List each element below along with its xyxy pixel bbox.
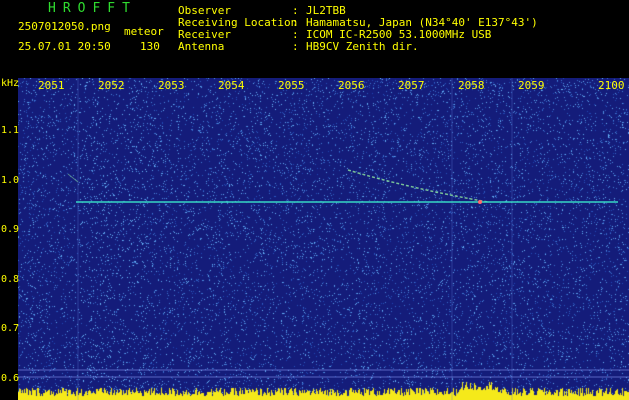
info-key-antenna: Antenna bbox=[178, 40, 225, 53]
info-key-observer: Observer bbox=[178, 4, 231, 17]
time-tick: 2051 bbox=[38, 79, 65, 92]
frequency-tick: 0.9 bbox=[1, 224, 20, 235]
app-title: HROFFT bbox=[48, 1, 137, 16]
time-tick: 2057 bbox=[398, 79, 425, 92]
info-value-observer: JL2TBB bbox=[306, 4, 346, 17]
info-value-antenna: HB9CV Zenith dir. bbox=[306, 40, 419, 53]
time-tick: 2053 bbox=[158, 79, 185, 92]
date-time: 25.07.01 20:50 bbox=[18, 40, 111, 53]
meteor-echo-trail bbox=[67, 173, 79, 183]
info-value-receiver: ICOM IC-R2500 53.1000MHz USB bbox=[306, 28, 492, 41]
frequency-unit: kHz bbox=[1, 78, 20, 89]
time-tick: 2056 bbox=[338, 79, 365, 92]
info-key-receiver: Receiver bbox=[178, 28, 231, 41]
detection-mode: meteor bbox=[124, 25, 164, 38]
info-colon: : bbox=[292, 4, 299, 17]
frequency-axis: kHz 1.1 1.0 0.9 0.8 0.7 0.6 bbox=[0, 78, 20, 400]
meteor-echo-trail bbox=[347, 169, 489, 203]
info-value-location: Hamamatsu, Japan (N34°40' E137°43') bbox=[306, 16, 538, 29]
meteor-count: 130 bbox=[140, 40, 160, 53]
header-panel: HROFFT 2507012050.png meteor 25.07.01 20… bbox=[0, 0, 629, 78]
time-tick: 2059 bbox=[518, 79, 545, 92]
signal-overlay bbox=[18, 78, 629, 400]
frequency-tick: 0.7 bbox=[1, 323, 20, 334]
time-tick: 2054 bbox=[218, 79, 245, 92]
time-tick: 2058 bbox=[458, 79, 485, 92]
info-colon: : bbox=[292, 16, 299, 29]
time-tick: 2100 bbox=[598, 79, 625, 92]
time-tick: 2055 bbox=[278, 79, 305, 92]
info-key-location: Receiving Location bbox=[178, 16, 298, 29]
time-axis: 2051 2052 2053 2054 2055 2056 2057 2058 … bbox=[0, 78, 629, 92]
spectrogram-plot bbox=[18, 78, 629, 400]
hrofft-window: HROFFT 2507012050.png meteor 25.07.01 20… bbox=[0, 0, 629, 400]
info-colon: : bbox=[292, 40, 299, 53]
frequency-tick: 1.1 bbox=[1, 125, 20, 136]
file-name: 2507012050.png bbox=[18, 20, 111, 33]
info-colon: : bbox=[292, 28, 299, 41]
frequency-tick: 0.6 bbox=[1, 373, 20, 384]
frequency-tick: 1.0 bbox=[1, 175, 20, 186]
frequency-tick: 0.8 bbox=[1, 274, 20, 285]
time-tick: 2052 bbox=[98, 79, 125, 92]
carrier-peak-marker bbox=[478, 200, 482, 204]
